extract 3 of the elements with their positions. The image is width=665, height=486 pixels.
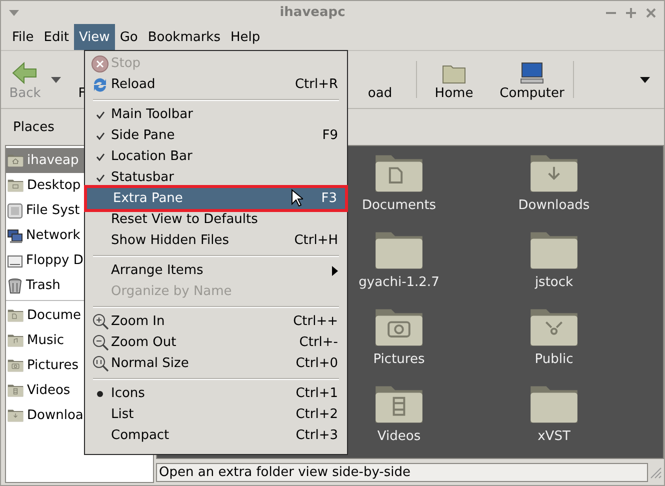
window-title: ihaveapc bbox=[280, 5, 346, 20]
sidebar-title: Places bbox=[13, 120, 54, 134]
status-text: Open an extra folder view side-by-side bbox=[156, 462, 648, 482]
